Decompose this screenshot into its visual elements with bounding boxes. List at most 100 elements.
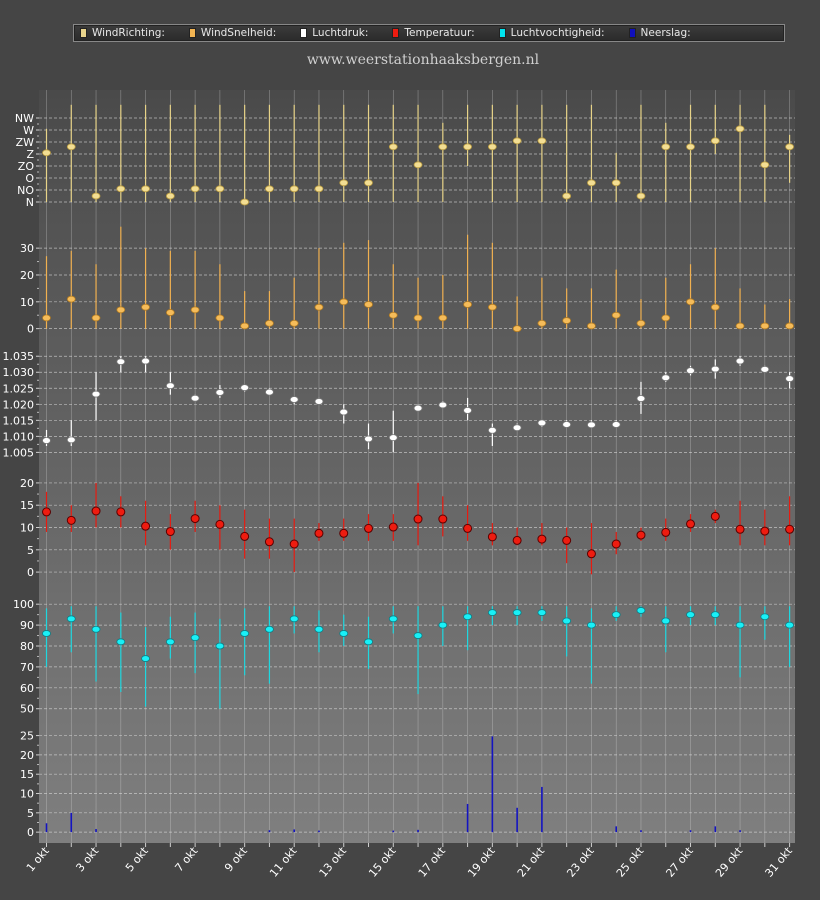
data-point <box>611 421 621 428</box>
data-point <box>785 143 794 151</box>
y-tick-label: 1.025 <box>3 382 35 395</box>
data-point <box>760 613 770 621</box>
data-point <box>265 625 274 633</box>
data-point <box>785 322 794 330</box>
x-tick-label: 7 okt <box>173 844 201 874</box>
data-point <box>388 143 398 151</box>
data-point <box>413 314 423 322</box>
data-point <box>240 322 250 330</box>
y-tick-label: 1.005 <box>3 446 35 459</box>
data-point <box>215 185 225 193</box>
legend-label: WindRichting: <box>92 27 165 39</box>
data-point <box>537 534 547 544</box>
legend-item: Luchtdruk: <box>300 27 368 39</box>
x-tick-label: 15 okt <box>366 844 399 880</box>
data-point <box>611 539 621 549</box>
x-tick-label: 3 okt <box>73 844 101 874</box>
data-point <box>661 527 671 537</box>
y-tick-label: 100 <box>13 598 34 611</box>
data-point <box>314 625 324 633</box>
data-point <box>735 524 745 534</box>
y-tick-label: ZO <box>18 160 35 173</box>
data-point <box>190 514 200 524</box>
legend-label: Temperatuur: <box>404 27 475 39</box>
x-tick-label: 5 okt <box>123 844 151 874</box>
legend-swatch <box>188 28 196 38</box>
legend-label: WindSnelheid: <box>200 27 277 39</box>
data-point <box>91 390 101 398</box>
y-tick-label: NO <box>17 184 34 197</box>
data-point <box>438 143 448 151</box>
data-point <box>190 394 200 402</box>
data-point <box>190 634 200 642</box>
data-point <box>760 526 770 536</box>
legend-item: Temperatuur: <box>392 27 475 39</box>
data-point <box>760 161 770 169</box>
data-point <box>215 314 225 322</box>
data-point <box>388 615 398 623</box>
data-point <box>562 192 572 200</box>
y-tick-label: ZW <box>16 136 35 149</box>
data-point <box>438 314 448 322</box>
data-point <box>165 638 175 646</box>
data-point <box>735 125 745 133</box>
y-tick-label: 0 <box>27 826 34 839</box>
data-point <box>66 436 76 444</box>
y-tick-label: Z <box>26 148 34 161</box>
data-point <box>116 507 126 517</box>
y-tick-label: W <box>23 124 34 137</box>
data-point <box>116 185 126 193</box>
data-point <box>413 161 423 169</box>
x-tick-label: 9 okt <box>222 844 250 874</box>
legend-label: Luchtdruk: <box>312 27 369 39</box>
y-tick-label: 1.015 <box>3 414 35 427</box>
y-tick-label: NW <box>15 112 34 125</box>
y-tick-label: 20 <box>20 749 34 762</box>
legend-item: WindSnelheid: <box>188 27 277 39</box>
y-tick-label: 1.020 <box>3 398 35 411</box>
x-tick-label: 25 okt <box>614 844 647 880</box>
x-tick-label: 17 okt <box>416 844 449 880</box>
data-point <box>537 137 547 145</box>
x-tick-label: 13 okt <box>317 844 350 880</box>
data-point <box>66 143 76 151</box>
legend-label: Luchtvochtigheid: <box>510 27 605 39</box>
data-point <box>636 607 646 614</box>
data-point <box>364 638 373 646</box>
data-point <box>587 621 596 629</box>
data-point <box>686 367 695 375</box>
x-tick-label: 21 okt <box>515 844 548 880</box>
data-point <box>463 613 472 621</box>
data-point <box>636 319 646 327</box>
data-point <box>487 143 497 151</box>
data-point <box>364 435 373 443</box>
data-point <box>686 143 695 151</box>
data-point <box>388 434 398 442</box>
y-tick-label: 1.030 <box>3 366 35 379</box>
data-point <box>587 421 596 429</box>
data-point <box>686 298 695 306</box>
data-point <box>537 609 547 616</box>
y-tick-label: 70 <box>20 661 34 674</box>
data-point <box>240 630 250 637</box>
data-point <box>364 523 374 533</box>
data-point <box>339 298 349 306</box>
y-tick-label: O <box>25 172 34 185</box>
data-point <box>661 143 671 151</box>
site-title: www.weerstationhaaksbergen.nl <box>306 52 540 68</box>
data-point <box>487 609 497 616</box>
data-point <box>91 625 101 633</box>
data-point <box>240 198 250 206</box>
axes: NNOOZOZZWWNW 0 10 20 30 1.005 1.010 1.015 1.020 1… <box>3 112 39 839</box>
y-tick-label: 5 <box>27 807 34 820</box>
data-point <box>760 365 770 373</box>
data-point <box>265 185 274 193</box>
data-point <box>562 617 572 625</box>
data-point <box>388 311 398 319</box>
data-point <box>339 630 349 637</box>
data-point <box>438 514 448 524</box>
data-point <box>314 398 324 405</box>
data-point <box>785 524 795 534</box>
data-point <box>66 295 76 303</box>
data-point <box>586 549 596 559</box>
